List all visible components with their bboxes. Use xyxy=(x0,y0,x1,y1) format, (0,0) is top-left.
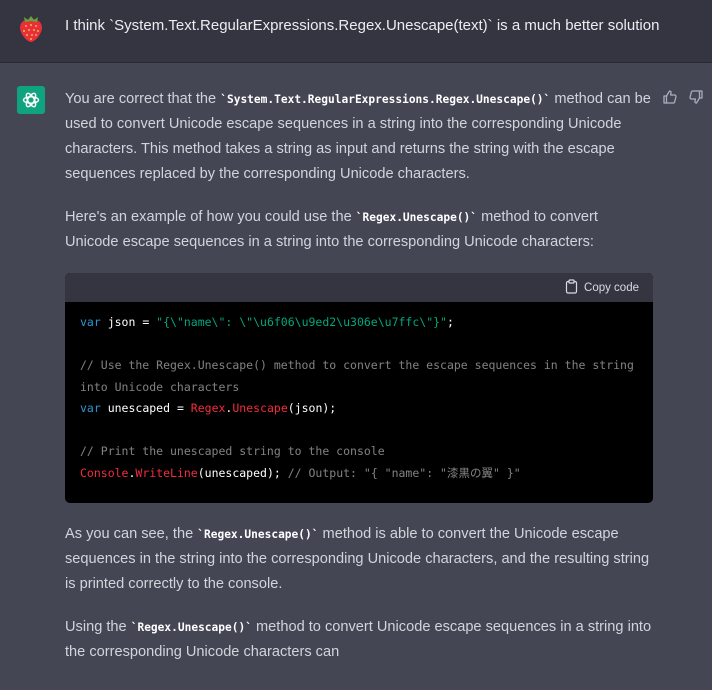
strawberry-icon xyxy=(16,13,46,43)
user-message-text: I think `System.Text.RegularExpressions.… xyxy=(65,17,660,34)
openai-logo-icon xyxy=(17,86,45,114)
paragraph-2: Here's an example of how you could use t… xyxy=(65,209,598,250)
copy-code-label: Copy code xyxy=(584,282,639,294)
clipboard-icon xyxy=(565,279,578,297)
code-block-header: Copy code xyxy=(65,273,653,302)
thumbs-up-icon[interactable] xyxy=(662,89,678,105)
paragraph-4: Using the `Regex.Unescape()` method to c… xyxy=(65,619,652,660)
assistant-message-bottom: As you can see, the `Regex.Unescape()` m… xyxy=(65,522,655,665)
copy-code-button[interactable]: Copy code xyxy=(565,279,639,297)
inline-code: `System.Text.RegularExpressions.Regex.Un… xyxy=(220,93,551,106)
code-comment: // Use the Regex.Unescape() method to co… xyxy=(80,358,641,394)
assistant-message-top: You are correct that the `System.Text.Re… xyxy=(65,87,655,255)
inline-code: `Regex.Unescape()` xyxy=(197,528,319,541)
user-message-row: I think `System.Text.RegularExpressions.… xyxy=(0,0,712,63)
code-line: var json = "{\"name\": \"\u6f06\u9ed2\u3… xyxy=(80,315,454,329)
inline-code: `Regex.Unescape()` xyxy=(130,621,252,634)
paragraph-3: As you can see, the `Regex.Unescape()` m… xyxy=(65,526,650,592)
code-content: var json = "{\"name\": \"\u6f06\u9ed2\u3… xyxy=(80,312,645,484)
code-block: Copy code var json = "{\"name\": \"\u6f0… xyxy=(65,273,653,503)
thumbs-down-icon[interactable] xyxy=(688,89,704,105)
code-line: Console.WriteLine(unescaped); // Output:… xyxy=(80,465,521,480)
code-comment: // Print the unescaped string to the con… xyxy=(80,444,385,458)
inline-code: `Regex.Unescape()` xyxy=(355,211,478,224)
code-line: var unescaped = Regex.Unescape(json); xyxy=(80,401,337,415)
paragraph-1: You are correct that the `System.Text.Re… xyxy=(65,91,651,182)
